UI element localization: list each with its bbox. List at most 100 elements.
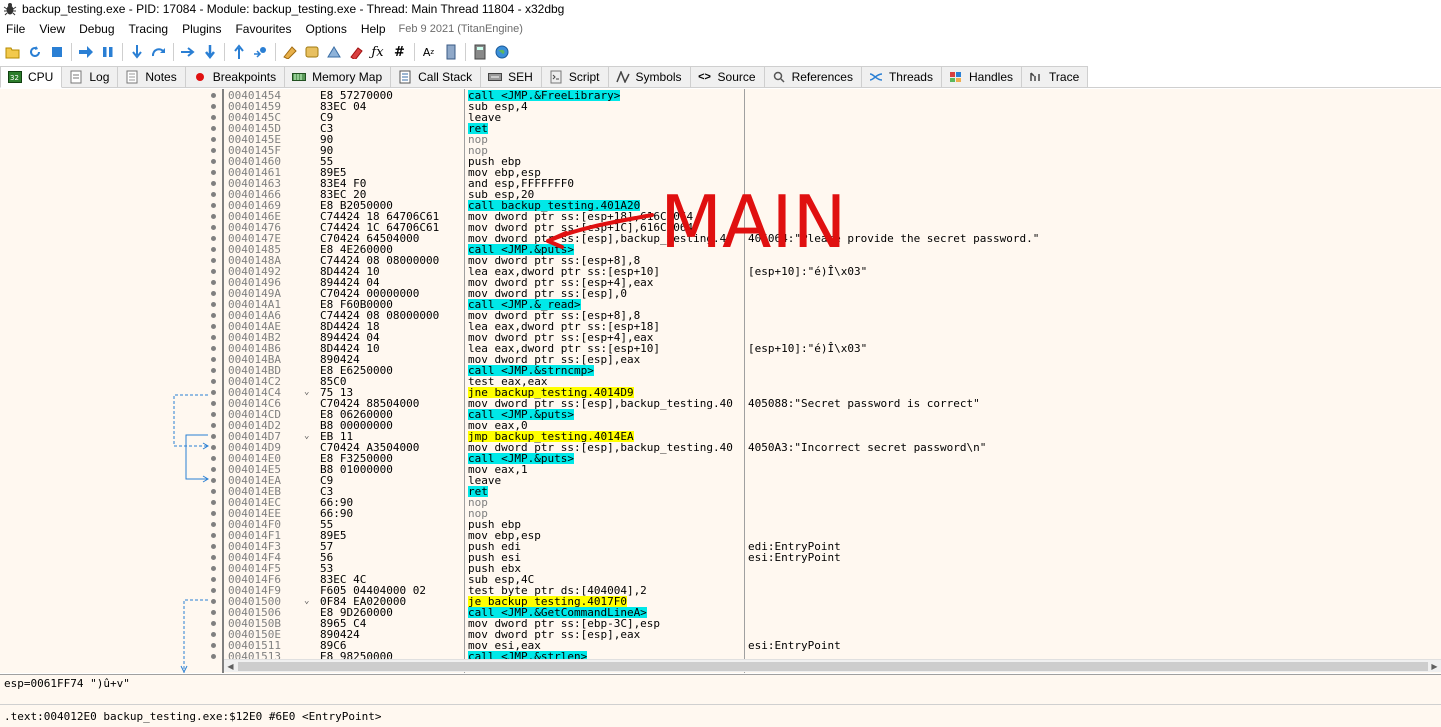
disasm-row[interactable]: 004014D9 C70424 A3504000 mov dword ptr ss:… <box>0 442 1430 453</box>
disasm-row[interactable]: 004014F3 57 push edi edi:EntryPoint <box>0 541 1430 552</box>
disasm-row[interactable]: 00401463 83E4 F0 and esp,FFFFFFF0 <box>0 178 1430 189</box>
disasm-row[interactable]: 004014BA 890424 mov dword ptr ss:[esp],eax <box>0 354 1430 365</box>
tab-script[interactable]: Script <box>540 66 609 87</box>
disasm-row[interactable]: 00401511 89C6 mov esi,eax esi:EntryPoint <box>0 640 1430 651</box>
tab-memory-map[interactable]: Memory Map <box>284 66 392 87</box>
globe-icon[interactable] <box>492 43 511 62</box>
tab-trace[interactable]: Trace <box>1021 66 1089 87</box>
menu-favourites[interactable]: Favourites <box>228 19 298 39</box>
breakpoint-dot[interactable] <box>211 324 216 329</box>
breakpoint-dot[interactable] <box>211 379 216 384</box>
scylla-icon[interactable] <box>280 43 299 62</box>
trace-over-icon[interactable] <box>200 43 219 62</box>
breakpoint-dot[interactable] <box>211 456 216 461</box>
trace-into-icon[interactable] <box>178 43 197 62</box>
disasm-row[interactable]: 00401492 8D4424 10 lea eax,dword ptr ss:[e… <box>0 266 1430 277</box>
disasm-row[interactable]: 00401506 E8 9D260000 call <JMP.&GetCommand… <box>0 607 1430 618</box>
font-size-icon[interactable]: Az <box>419 43 438 62</box>
breakpoint-dot[interactable] <box>211 467 216 472</box>
disasm-row[interactable]: 00401466 83EC 20 sub esp,20 <box>0 189 1430 200</box>
breakpoint-dot[interactable] <box>211 555 216 560</box>
run-icon[interactable] <box>76 43 95 62</box>
horizontal-scrollbar[interactable]: ◀ ▶ <box>224 659 1441 672</box>
breakpoint-dot[interactable] <box>211 478 216 483</box>
menu-options[interactable]: Options <box>298 19 353 39</box>
breakpoint-dot[interactable] <box>211 434 216 439</box>
disasm-row[interactable]: 0040147E C70424 64504000 mov dword ptr ss:… <box>0 233 1430 244</box>
preferences-icon[interactable] <box>441 43 460 62</box>
breakpoint-dot[interactable] <box>211 280 216 285</box>
breakpoint-dot[interactable] <box>211 269 216 274</box>
breakpoint-dot[interactable] <box>211 181 216 186</box>
breakpoint-dot[interactable] <box>211 258 216 263</box>
breakpoint-dot[interactable] <box>211 632 216 637</box>
breakpoint-dot[interactable] <box>211 566 216 571</box>
disasm-row[interactable]: 004014BD E8 E6250000 call <JMP.&strncmp> <box>0 365 1430 376</box>
breakpoint-dot[interactable] <box>211 137 216 142</box>
breakpoint-dot[interactable] <box>211 126 216 131</box>
tab-symbols[interactable]: Symbols <box>607 66 691 87</box>
breakpoint-dot[interactable] <box>211 291 216 296</box>
breakpoint-dot[interactable] <box>211 412 216 417</box>
breakpoint-dot[interactable] <box>211 225 216 230</box>
menu-help[interactable]: Help <box>354 19 393 39</box>
disasm-row[interactable]: 004014F6 83EC 4C sub esp,4C <box>0 574 1430 585</box>
breakpoint-dot[interactable] <box>211 104 216 109</box>
disasm-row[interactable]: 00401461 89E5 mov ebp,esp <box>0 167 1430 178</box>
disasm-row[interactable]: 004014F0 55 push ebp <box>0 519 1430 530</box>
tab-threads[interactable]: Threads <box>860 66 942 87</box>
labels-icon[interactable] <box>346 43 365 62</box>
menu-plugins[interactable]: Plugins <box>175 19 228 39</box>
disasm-row[interactable]: 00401459 83EC 04 sub esp,4 <box>0 101 1430 112</box>
menu-file[interactable]: File <box>0 19 32 39</box>
breakpoint-dot[interactable] <box>211 335 216 340</box>
breakpoint-dot[interactable] <box>211 203 216 208</box>
disasm-row[interactable]: 004014C2 85C0 test eax,eax <box>0 376 1430 387</box>
disasm-row[interactable]: 004014F9 F605 04404000 02 test byte ptr ds… <box>0 585 1430 596</box>
breakpoint-dot[interactable] <box>211 115 216 120</box>
breakpoint-dot[interactable] <box>211 621 216 626</box>
disasm-row[interactable]: 0040149A C70424 00000000 mov dword ptr ss:… <box>0 288 1430 299</box>
disasm-row[interactable]: 004014B6 8D4424 10 lea eax,dword ptr ss:[e… <box>0 343 1430 354</box>
breakpoint-dot[interactable] <box>211 401 216 406</box>
breakpoint-dot[interactable] <box>211 368 216 373</box>
disasm-row[interactable]: 004014D2 B8 00000000 mov eax,0 <box>0 420 1430 431</box>
tab-references[interactable]: References <box>763 66 862 87</box>
breakpoint-dot[interactable] <box>211 159 216 164</box>
functions-icon[interactable]: ƒx <box>368 43 387 62</box>
disasm-row[interactable]: 0040148A C74424 08 08000000 mov dword ptr … <box>0 255 1430 266</box>
breakpoint-dot[interactable] <box>211 214 216 219</box>
disasm-row[interactable]: 004014EA C9 leave <box>0 475 1430 486</box>
disasm-row[interactable]: 0040145D C3 ret <box>0 123 1430 134</box>
tab-cpu[interactable]: 32 CPU <box>0 66 63 88</box>
breakpoint-dot[interactable] <box>211 93 216 98</box>
disasm-row[interactable]: 004014EB C3 ret <box>0 486 1430 497</box>
breakpoint-dot[interactable] <box>211 522 216 527</box>
disasm-row[interactable]: 0040145F 90 nop <box>0 145 1430 156</box>
open-icon[interactable] <box>3 43 22 62</box>
breakpoint-dot[interactable] <box>211 236 216 241</box>
pause-icon[interactable] <box>98 43 117 62</box>
breakpoint-dot[interactable] <box>211 148 216 153</box>
disasm-row[interactable]: 004014F4 56 push esi esi:EntryPoint <box>0 552 1430 563</box>
disasm-row[interactable]: 004014EC 66:90 nop <box>0 497 1430 508</box>
disasm-row[interactable]: 004014B2 894424 04 mov dword ptr ss:[esp+4… <box>0 332 1430 343</box>
breakpoint-dot[interactable] <box>211 511 216 516</box>
tab-source[interactable]: <> Source <box>689 66 765 87</box>
disasm-row[interactable]: 0040150E 890424 mov dword ptr ss:[esp],eax <box>0 629 1430 640</box>
tab-seh[interactable]: SEH <box>480 66 542 87</box>
execute-till-return-icon[interactable] <box>229 43 248 62</box>
breakpoint-dot[interactable] <box>211 313 216 318</box>
disasm-row[interactable]: ⌄ 00401500 0F84 EA020000 je backup_testing.… <box>0 596 1430 607</box>
disasm-row[interactable]: 0040145C C9 leave <box>0 112 1430 123</box>
disasm-row[interactable]: 00401454 E8 57270000 call <JMP.&FreeLibrar… <box>0 90 1430 101</box>
breakpoint-dot[interactable] <box>211 643 216 648</box>
breakpoint-dot[interactable] <box>211 445 216 450</box>
hash-icon[interactable]: # <box>390 43 409 62</box>
breakpoint-dot[interactable] <box>211 489 216 494</box>
menu-debug[interactable]: Debug <box>72 19 121 39</box>
disasm-row[interactable]: 004014C6 C70424 88504000 mov dword ptr ss:… <box>0 398 1430 409</box>
tab-notes[interactable]: Notes <box>117 66 186 87</box>
patches-icon[interactable] <box>302 43 321 62</box>
calculator-icon[interactable] <box>470 43 489 62</box>
